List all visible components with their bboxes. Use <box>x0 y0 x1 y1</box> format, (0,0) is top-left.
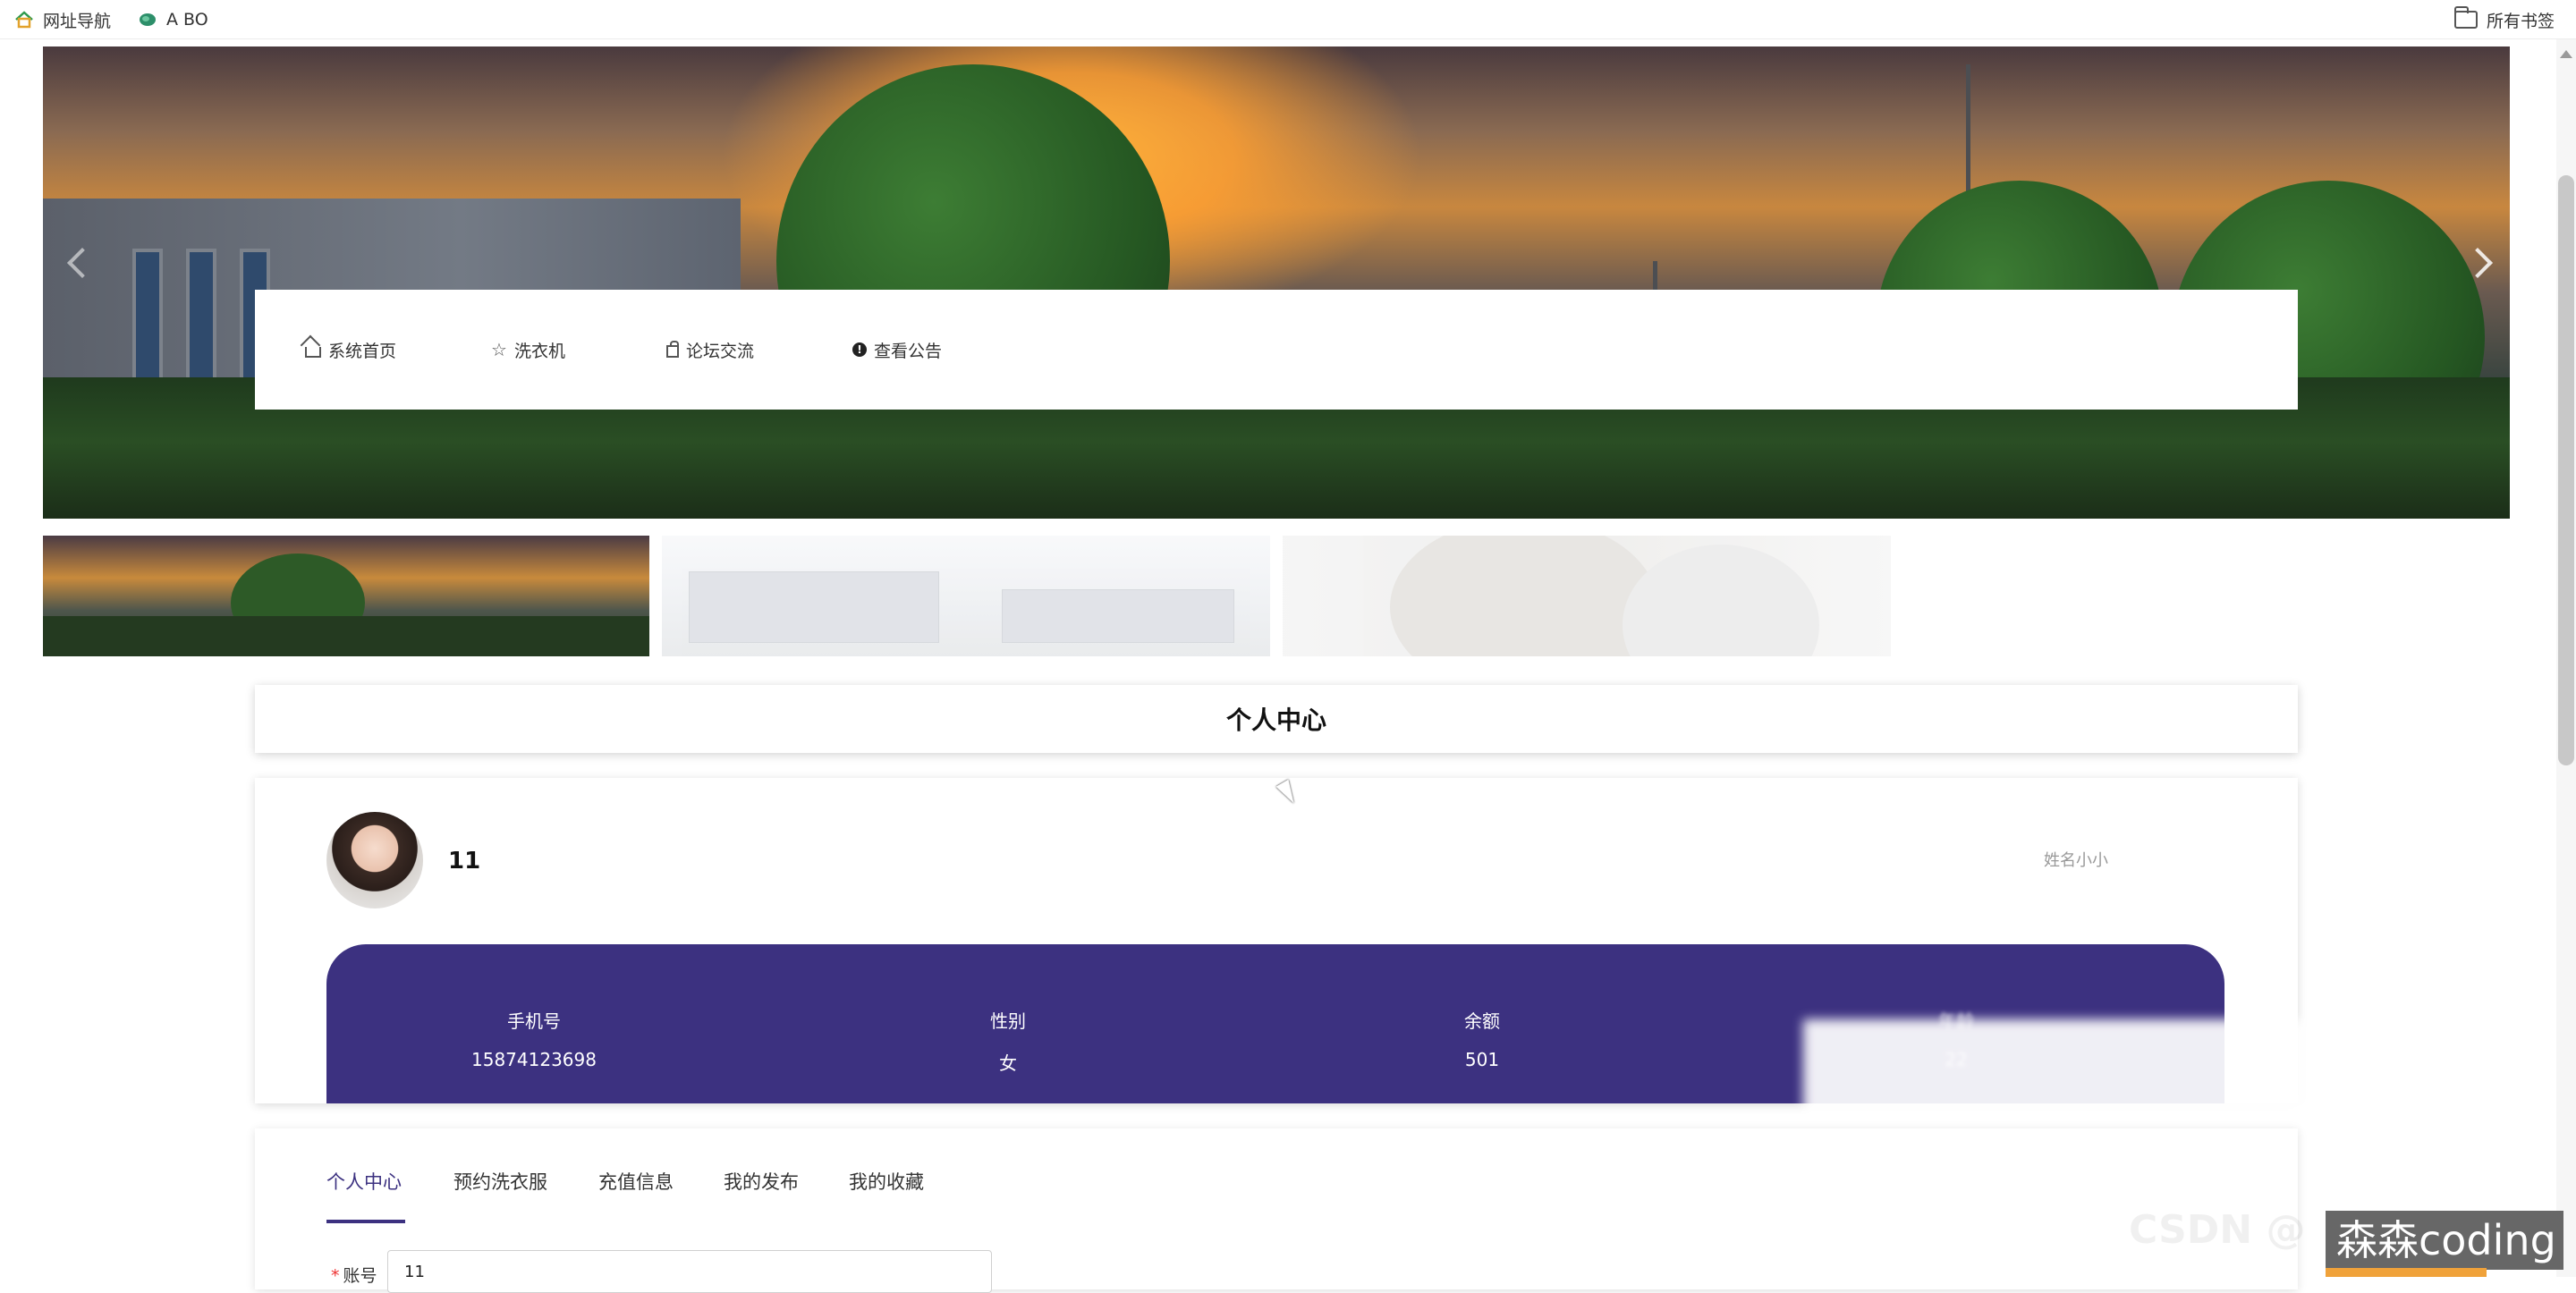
avatar <box>326 812 423 908</box>
nav-item-label: 洗衣机 <box>513 341 565 361</box>
home-icon <box>305 347 321 358</box>
carousel-thumb-3[interactable] <box>1283 536 1891 656</box>
account-label: * 账号 <box>331 1263 377 1287</box>
thumb-building <box>689 571 939 643</box>
watermark-badge: 森森coding <box>2326 1211 2563 1270</box>
stat-label: 性别 <box>990 1010 1026 1032</box>
tab-profile[interactable]: 个人中心 <box>326 1168 402 1195</box>
required-mark: * <box>331 1266 340 1286</box>
page-title-card: 个人中心 <box>255 685 2298 753</box>
stat-value: 501 <box>1464 1049 1500 1070</box>
thumb-treeline <box>43 616 649 656</box>
thumb-shape <box>1623 545 1819 656</box>
bookmark-site-nav-label: 网址导航 <box>43 11 112 31</box>
stat-label: 手机号 <box>507 1010 561 1032</box>
nav-item-home[interactable]: 系统首页 <box>305 336 396 363</box>
bookmark-abo-label: A BO <box>166 10 208 30</box>
thumb-shape <box>1390 536 1658 656</box>
account-input[interactable] <box>387 1250 992 1293</box>
stat-label: 余额 <box>1464 1010 1500 1032</box>
watermark-ghost: CSDN @ <box>2129 1207 2306 1253</box>
stat-phone: 手机号 15874123698 <box>400 1007 668 1070</box>
blur-overlay <box>1803 1019 2308 1118</box>
house-icon <box>15 11 33 29</box>
bookmark-all[interactable]: 所有书签 <box>2453 6 2555 31</box>
active-tab-indicator <box>326 1220 405 1223</box>
stat-gender: 性别 女 <box>874 1007 1142 1075</box>
bag-icon <box>666 341 679 358</box>
tab-my-favorites[interactable]: 我的收藏 <box>849 1168 924 1195</box>
leaf-icon <box>140 13 156 26</box>
scroll-up-arrow-icon[interactable] <box>2560 50 2572 58</box>
star-icon: ☆ <box>491 339 507 360</box>
hero-carousel <box>43 46 2510 519</box>
bookmark-abo[interactable]: A BO <box>138 8 208 31</box>
page-title: 个人中心 <box>1225 706 1326 735</box>
watermark-strip <box>2326 1268 2487 1277</box>
stat-value: 女 <box>999 1052 1017 1074</box>
nav-item-notice[interactable]: ! 查看公告 <box>852 336 942 363</box>
account-label-text: 账号 <box>343 1266 377 1286</box>
bookmark-site-nav[interactable]: 网址导航 <box>14 8 111 31</box>
stat-value: 15874123698 <box>471 1049 597 1070</box>
name-label: 姓名小小 <box>2044 851 2108 870</box>
tabs-card: 个人中心 预约洗衣服 充值信息 我的发布 我的收藏 * 账号 <box>255 1128 2298 1293</box>
carousel-thumb-1[interactable] <box>43 536 649 656</box>
nav-item-label: 系统首页 <box>328 341 397 361</box>
nav-item-label: 论坛交流 <box>686 341 755 361</box>
bookmarks-bar: 网址导航 A BO 所有书签 <box>0 0 2576 39</box>
nav-item-label: 查看公告 <box>874 341 943 361</box>
nav-item-forum[interactable]: 论坛交流 <box>666 336 754 363</box>
thumb-building <box>1002 589 1234 643</box>
tab-recharge[interactable]: 充值信息 <box>598 1168 674 1195</box>
info-icon: ! <box>852 342 867 357</box>
folder-icon <box>2453 6 2478 29</box>
bookmark-all-label: 所有书签 <box>2486 11 2555 31</box>
tab-my-posts[interactable]: 我的发布 <box>724 1168 799 1195</box>
page-scrollbar-thumb[interactable] <box>2558 175 2574 765</box>
carousel-thumb-2[interactable] <box>662 536 1270 656</box>
nav-item-washer[interactable]: ☆ 洗衣机 <box>491 336 565 363</box>
tab-book-laundry[interactable]: 预约洗衣服 <box>453 1168 547 1195</box>
main-nav: 系统首页 ☆ 洗衣机 论坛交流 ! 查看公告 <box>255 290 2298 410</box>
username: 11 <box>448 848 481 875</box>
stat-balance: 余额 501 <box>1348 1007 1616 1070</box>
